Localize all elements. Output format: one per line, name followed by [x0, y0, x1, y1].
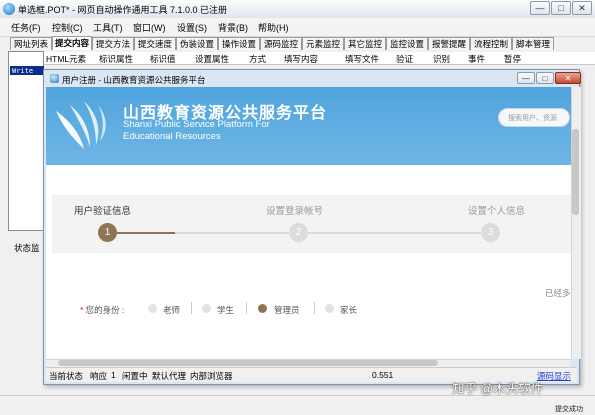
identity-label: * 您的身份 :: [80, 305, 125, 315]
popup-app-icon: [50, 74, 59, 83]
step-line-3: [308, 232, 481, 234]
popup-title: 用户注册 - 山西教育资源公共服务平台: [62, 75, 206, 85]
watermark: 知乎 @木头软件: [452, 382, 544, 396]
tab-other-monitor[interactable]: 其它监控: [344, 37, 386, 50]
bottom-right-status: 提交成功: [555, 406, 583, 413]
status-monitor-label: 状态监: [14, 243, 40, 253]
maximize-icon: □: [558, 3, 564, 13]
step-2-label: 设置登录帐号: [266, 206, 324, 217]
radio-teacher[interactable]: [148, 304, 157, 313]
tab-flow-control[interactable]: 流程控制: [470, 37, 512, 50]
popup-minimize-button[interactable]: —: [517, 72, 535, 84]
menu-control[interactable]: 控制(C): [52, 21, 83, 34]
horizontal-scroll-thumb[interactable]: [58, 360, 438, 366]
maximize-icon: □: [542, 73, 548, 83]
radio-parent-label[interactable]: 家长: [340, 304, 357, 316]
status-response-label: 响应: [90, 371, 108, 381]
radio-student-label[interactable]: 学生: [217, 304, 234, 316]
column-event[interactable]: 事件: [468, 53, 485, 65]
tab-submit-speed[interactable]: 提交速度: [134, 37, 176, 50]
step-1-label: 用户验证信息: [74, 206, 132, 217]
column-mode[interactable]: 方式: [249, 53, 266, 65]
menu-task[interactable]: 任务(F): [11, 21, 41, 34]
column-verify[interactable]: 验证: [396, 53, 413, 65]
popup-maximize-button[interactable]: □: [536, 72, 554, 84]
radio-student[interactable]: [202, 304, 211, 313]
column-identity-value[interactable]: 标识值: [150, 53, 176, 65]
separator: [314, 302, 315, 314]
status-response-value: 1: [111, 370, 116, 380]
step-progress-line: [117, 232, 175, 234]
menu-background[interactable]: 背景(B): [218, 21, 248, 34]
menu-window[interactable]: 窗口(W): [133, 21, 166, 34]
separator: [246, 302, 247, 314]
status-idle: 闲置中: [122, 371, 148, 381]
tab-alarm-reminder[interactable]: 报警提醒: [428, 37, 470, 50]
already-registered-text: 已经多: [545, 288, 571, 298]
step-3-circle: 3: [481, 223, 500, 242]
minimize-button[interactable]: —: [530, 1, 550, 15]
window-title: 单选框.POT* - 网页自动操作通用工具 7.1.0.0 已注册: [18, 5, 228, 15]
column-fill-content[interactable]: 填写内容: [284, 53, 318, 65]
status-state-label: 当前状态: [49, 371, 84, 381]
close-button[interactable]: ✕: [572, 1, 592, 15]
menu-settings[interactable]: 设置(S): [177, 21, 207, 34]
tab-disguise-settings[interactable]: 伪装设置: [176, 37, 218, 50]
menubar: 任务(F) 控制(C) 工具(T) 窗口(W) 设置(S) 背景(B) 帮助(H…: [0, 18, 595, 37]
tab-url-list[interactable]: 网址列表: [10, 37, 52, 50]
status-timing: 0.551: [372, 370, 394, 380]
content-list-panel[interactable]: [8, 51, 44, 231]
radio-teacher-label[interactable]: 老师: [163, 304, 180, 316]
column-identity-attr[interactable]: 标识属性: [99, 53, 133, 65]
selected-row-text: Write: [12, 67, 34, 75]
site-logo-icon: [56, 101, 106, 149]
step-2-circle: 2: [289, 223, 308, 242]
column-html-element[interactable]: HTML元素: [46, 53, 86, 65]
app-icon: [3, 3, 15, 15]
tab-monitor-settings[interactable]: 监控设置: [386, 37, 428, 50]
site-subtitle-line2: Educational Resources: [123, 131, 221, 142]
radio-parent[interactable]: [325, 304, 334, 313]
tab-submit-content[interactable]: 提交内容: [52, 36, 92, 50]
status-proxy: 默认代理: [152, 371, 187, 381]
menu-tools[interactable]: 工具(T): [93, 21, 123, 34]
tab-source-monitor[interactable]: 源码监控: [260, 37, 302, 50]
bottom-strip: [0, 395, 595, 415]
minimize-icon: —: [522, 73, 530, 83]
menu-help[interactable]: 帮助(H): [258, 21, 289, 34]
tab-submit-method[interactable]: 提交方法: [92, 37, 134, 50]
vertical-scrollbar[interactable]: [571, 87, 581, 359]
tab-script-manage[interactable]: 脚本管理: [512, 37, 554, 50]
tab-element-monitor[interactable]: 元素监控: [302, 37, 344, 50]
status-browser: 内部浏览器: [190, 371, 233, 381]
close-icon: ✕: [578, 2, 586, 13]
column-pause[interactable]: 暂停: [504, 53, 521, 65]
identity-label-text: 您的身份 :: [83, 305, 125, 315]
separator: [191, 302, 192, 314]
site-subtitle-line1: Shanxi Public Service Platform For: [123, 119, 270, 130]
column-header-row: HTML元素 标识属性 标识值 设置属性 方式 填写内容 填写文件 验证 识别 …: [44, 52, 595, 65]
radio-admin-label[interactable]: 管理员: [274, 304, 300, 316]
vertical-scroll-thumb[interactable]: [572, 129, 579, 215]
tab-operation-settings[interactable]: 操作设置: [218, 37, 260, 50]
step-3-label: 设置个人信息: [468, 206, 526, 217]
popup-close-button[interactable]: ✕: [555, 72, 581, 84]
column-recognize[interactable]: 识别: [433, 53, 450, 65]
step-1-circle: 1: [98, 223, 117, 242]
maximize-button[interactable]: □: [551, 1, 571, 15]
step-line-2: [175, 232, 289, 234]
close-icon: ✕: [564, 73, 572, 83]
radio-admin[interactable]: [258, 304, 267, 313]
search-input[interactable]: 搜索用户、资源: [498, 108, 570, 127]
main-tabbar: 网址列表 提交内容 提交方法 提交速度 伪装设置 操作设置 源码监控 元素监控 …: [8, 36, 595, 51]
column-fill-file[interactable]: 填写文件: [345, 53, 379, 65]
minimize-icon: —: [535, 3, 545, 13]
column-set-attr[interactable]: 设置属性: [195, 53, 229, 65]
